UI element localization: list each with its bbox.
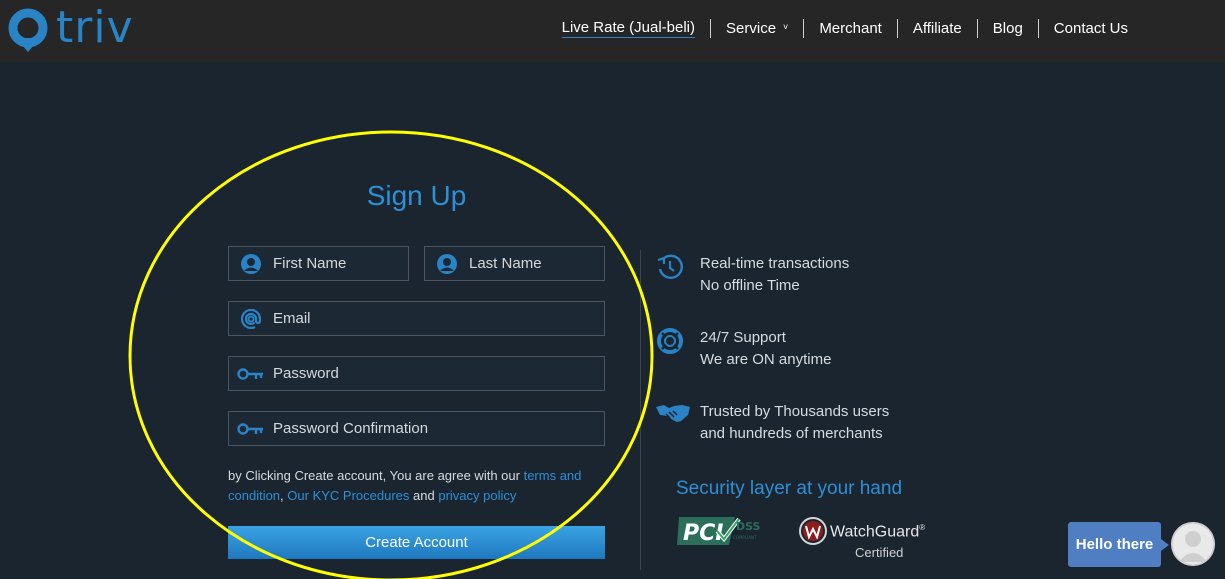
location-pin-icon — [8, 8, 48, 52]
watchguard-text: WatchGuard® — [830, 523, 925, 541]
password-field[interactable]: Password — [228, 356, 605, 391]
avatar-icon — [1171, 522, 1215, 566]
nav-live-rate[interactable]: Live Rate (Jual-beli) — [547, 18, 710, 38]
user-icon — [425, 247, 469, 280]
triv-logo[interactable]: triv — [8, 6, 134, 56]
password-placeholder: Password — [273, 365, 339, 382]
last-name-placeholder: Last Name — [469, 255, 542, 272]
chat-avatar[interactable] — [1171, 522, 1215, 566]
feature-support-line1: 24/7 Support — [700, 329, 786, 346]
password-confirmation-field[interactable]: Password Confirmation — [228, 411, 605, 446]
chevron-down-icon: ˅ — [783, 21, 789, 32]
clock-icon — [655, 253, 700, 297]
privacy-link[interactable]: privacy policy — [438, 488, 516, 503]
logo-text: triv — [56, 2, 134, 53]
nav-affiliate-label: Affiliate — [912, 19, 962, 37]
nav-live-rate-label: Live Rate (Jual-beli) — [561, 19, 696, 38]
security-title: Security layer at your hand — [676, 478, 903, 499]
feature-support: 24/7 Support We are ON anytime — [655, 327, 915, 371]
agreement-and: and — [413, 488, 435, 503]
feature-trusted-line1: Trusted by Thousands users — [700, 403, 890, 420]
agreement-prefix: by Clicking Create account, You are agre… — [228, 468, 520, 483]
agreement-comma: , — [280, 488, 284, 503]
feature-realtime: Real-time transactions No offline Time — [655, 253, 915, 297]
feature-trusted-line2: and hundreds of merchants — [700, 425, 883, 442]
watchguard-name: WatchGuard — [830, 523, 920, 541]
nav-blog-label: Blog — [992, 19, 1023, 37]
nav-service[interactable]: Service ˅ — [710, 18, 803, 38]
nav-merchant[interactable]: Merchant — [803, 18, 897, 38]
create-account-button[interactable]: Create Account — [228, 526, 605, 559]
feature-trusted: Trusted by Thousands users and hundreds … — [655, 401, 915, 445]
key-icon — [229, 357, 273, 390]
nav-merchant-label: Merchant — [819, 19, 882, 37]
first-name-field[interactable]: First Name — [228, 246, 409, 281]
chat-greeting-bubble[interactable]: Hello there — [1068, 522, 1169, 567]
watchguard-shield-icon — [799, 517, 827, 545]
top-bar: triv Live Rate (Jual-beli) Service ˅ Merc… — [0, 0, 1225, 62]
nav-contact-us[interactable]: Contact Us — [1037, 18, 1143, 38]
user-icon — [229, 247, 273, 280]
email-field[interactable]: Email — [228, 301, 605, 336]
vertical-divider — [640, 250, 641, 570]
watchguard-certified: Certified — [855, 545, 904, 560]
nav-service-label: Service — [726, 19, 777, 37]
first-name-placeholder: First Name — [273, 255, 347, 272]
feature-realtime-line1: Real-time transactions — [700, 255, 850, 272]
main-nav: Live Rate (Jual-beli) Service ˅ Merchant … — [547, 18, 1143, 38]
email-icon — [229, 302, 273, 335]
handshake-icon — [655, 401, 700, 445]
watchguard-logo: WatchGuard® Certified — [798, 516, 925, 560]
feature-support-line2: We are ON anytime — [700, 351, 832, 368]
kyc-link[interactable]: Our KYC Procedures — [287, 488, 409, 503]
support-icon — [655, 327, 700, 371]
last-name-field[interactable]: Last Name — [424, 246, 605, 281]
signup-title: Sign Up — [366, 180, 467, 211]
nav-affiliate[interactable]: Affiliate — [896, 18, 977, 38]
pci-compliant-text: COMPLIANT — [733, 535, 757, 540]
agreement-text: by Clicking Create account, You are agre… — [228, 466, 608, 506]
pci-dss-logo: PCI DSS COMPLIANT — [677, 513, 767, 549]
watchguard-tm: ® — [919, 523, 926, 532]
feature-realtime-line2: No offline Time — [700, 277, 800, 294]
key-icon — [229, 412, 273, 445]
pci-dss-text: DSS — [736, 520, 761, 533]
nav-contact-us-label: Contact Us — [1053, 19, 1128, 37]
password-confirmation-placeholder: Password Confirmation — [273, 420, 429, 437]
nav-blog[interactable]: Blog — [976, 18, 1038, 38]
email-placeholder: Email — [273, 310, 311, 327]
